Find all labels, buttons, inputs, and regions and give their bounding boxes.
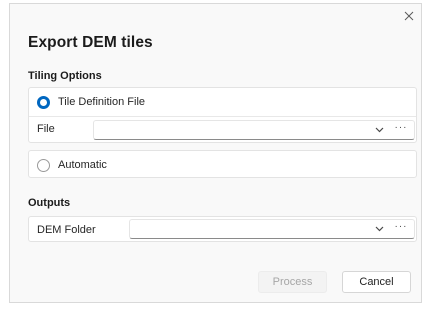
browse-more-button[interactable]: ··· <box>394 123 408 137</box>
group-divider <box>29 116 416 117</box>
close-icon[interactable] <box>401 8 417 24</box>
file-field-label: File <box>37 123 55 135</box>
chevron-down-icon[interactable] <box>372 222 386 236</box>
cancel-button[interactable]: Cancel <box>342 271 411 293</box>
automatic-label: Automatic <box>58 159 107 171</box>
process-button[interactable]: Process <box>258 271 327 293</box>
automatic-radio[interactable] <box>37 158 50 172</box>
tiling-options-label: Tiling Options <box>28 70 102 82</box>
tile-definition-file-group: Tile Definition File File ··· <box>28 87 417 143</box>
outputs-label: Outputs <box>28 197 71 209</box>
automatic-radio-option[interactable]: Automatic <box>29 151 107 179</box>
dialog-title: Export DEM tiles <box>28 34 153 51</box>
dem-folder-combobox[interactable]: ··· <box>129 219 415 239</box>
export-dem-tiles-dialog: Export DEM tiles Tiling Options Tile Def… <box>9 3 422 303</box>
tile-definition-file-radio[interactable] <box>37 95 50 109</box>
chevron-down-icon[interactable] <box>372 123 386 137</box>
dem-folder-label: DEM Folder <box>37 224 96 236</box>
dem-folder-group: DEM Folder ··· <box>28 216 417 242</box>
file-combobox[interactable]: ··· <box>93 120 415 140</box>
browse-more-button[interactable]: ··· <box>394 222 408 236</box>
tile-definition-file-radio-option[interactable]: Tile Definition File <box>29 88 145 116</box>
tile-definition-file-label: Tile Definition File <box>58 96 146 108</box>
automatic-group: Automatic <box>28 150 417 178</box>
